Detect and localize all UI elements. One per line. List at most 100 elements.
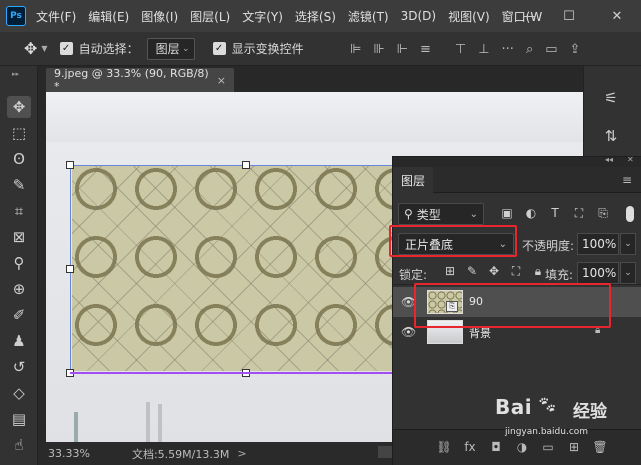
search-icon: ⚲ bbox=[404, 207, 413, 221]
guide-line bbox=[70, 372, 422, 374]
filter-toggle[interactable] bbox=[626, 206, 634, 222]
fill-dropdown-icon[interactable]: ⌄ bbox=[620, 262, 636, 284]
photoshop-logo: Ps bbox=[6, 6, 26, 26]
lock-pixels-icon[interactable]: ✎ bbox=[461, 264, 483, 279]
menu-filter[interactable]: 滤镜(T) bbox=[348, 8, 389, 25]
chevron-down-icon: ⌄ bbox=[182, 43, 190, 54]
move-tool-preset-icon[interactable]: ✥ bbox=[24, 39, 37, 58]
transform-handle[interactable] bbox=[66, 161, 74, 169]
menu-image[interactable]: 图像(I) bbox=[141, 8, 178, 25]
transform-bounding-box[interactable] bbox=[70, 165, 422, 373]
crop-tool-icon[interactable]: ⌗ bbox=[7, 200, 31, 222]
close-icon[interactable]: × bbox=[217, 74, 226, 87]
close-window-button[interactable]: ✕ bbox=[601, 0, 633, 32]
brush-tool-icon[interactable]: ✐ bbox=[7, 304, 31, 326]
chevron-down-icon[interactable]: ▼ bbox=[41, 44, 47, 53]
right-dock: ⚟ ⇅ bbox=[583, 66, 641, 156]
lock-icons: ⊞ ✎ ✥ ⛶ 🔒︎ bbox=[439, 264, 549, 279]
gradient-icon[interactable]: ▤ bbox=[7, 408, 31, 430]
menu-layer[interactable]: 图层(L) bbox=[190, 8, 230, 25]
pipe bbox=[146, 402, 150, 442]
lock-artboard-icon[interactable]: ⛶ bbox=[505, 264, 527, 279]
opacity-input[interactable]: 100% bbox=[577, 233, 619, 255]
share-icon[interactable]: ⇪ bbox=[570, 42, 581, 57]
adjustment-filter-icon[interactable]: ◐ bbox=[519, 206, 543, 221]
menu-type[interactable]: 文字(Y) bbox=[242, 8, 283, 25]
layer-highlight bbox=[414, 283, 611, 328]
auto-select-target-dropdown[interactable]: 图层 ⌄ bbox=[146, 37, 195, 60]
align-middle-icon[interactable]: ⊥ bbox=[478, 42, 489, 57]
fill-input[interactable]: 100% bbox=[577, 262, 619, 284]
more-options-icon[interactable]: ··· bbox=[502, 42, 514, 57]
tab-layers[interactable]: 图层 bbox=[393, 167, 433, 193]
options-bar: ✥ ▼ ✓ 自动选择： 图层 ⌄ ✓ 显示变换控件 ⊫ ⊪ ⊩ ≡ ⊤ ⊥ ··… bbox=[0, 32, 641, 66]
document-tab-title: 9.jpeg @ 33.3% (90, RGB/8) * bbox=[54, 67, 209, 93]
eraser-icon[interactable]: ◇ bbox=[7, 382, 31, 404]
watermark-brand: Bai bbox=[495, 395, 533, 419]
document-tab[interactable]: 9.jpeg @ 33.3% (90, RGB/8) * × bbox=[46, 67, 234, 93]
opacity-dropdown-icon[interactable]: ⌄ bbox=[620, 233, 636, 255]
menu-file[interactable]: 文件(F) bbox=[36, 8, 76, 25]
minimize-button[interactable]: — bbox=[513, 0, 545, 32]
menu-edit[interactable]: 编辑(E) bbox=[88, 8, 129, 25]
align-center-icon[interactable]: ⊪ bbox=[373, 42, 384, 57]
auto-select-label: 自动选择： bbox=[78, 42, 139, 56]
adjustments-icon[interactable]: ⚟ bbox=[599, 86, 623, 110]
tools-panel: ▸▸ ✥ ⬚ ʘ ✎ ⌗ ⊠ ⚲ ⊕ ✐ ♟ ↺ ◇ ▤ ☝ bbox=[0, 66, 38, 465]
fill-label: 填充: bbox=[545, 268, 574, 282]
history-icon[interactable]: ⇅ bbox=[599, 124, 623, 148]
layer-filter-dropdown[interactable]: ⚲ 类型 ⌄ bbox=[398, 203, 484, 225]
link-icon[interactable]: ⛓ bbox=[431, 440, 457, 454]
smart-filter-icon[interactable]: ⎘ bbox=[591, 206, 615, 221]
marquee-tool-icon[interactable]: ⬚ bbox=[7, 122, 31, 144]
close-icon[interactable]: ✕ bbox=[627, 155, 634, 164]
status-menu-arrow[interactable]: > bbox=[237, 447, 246, 460]
transform-handle[interactable] bbox=[66, 265, 74, 273]
pixel-filter-icon[interactable]: ▣ bbox=[495, 206, 519, 221]
watermark-url: jingyan.baidu.com bbox=[505, 427, 589, 437]
show-transform-checkbox[interactable]: ✓ bbox=[212, 42, 226, 55]
fx-icon[interactable]: fx bbox=[457, 440, 483, 454]
scrollbar-thumb[interactable] bbox=[378, 446, 392, 458]
align-left-icon[interactable]: ⊫ bbox=[350, 42, 361, 57]
type-filter-icon[interactable]: T bbox=[543, 206, 567, 221]
show-transform-label: 显示变换控件 bbox=[231, 42, 304, 56]
blend-mode-highlight bbox=[389, 225, 517, 257]
move-tool-icon[interactable]: ✥ bbox=[7, 96, 31, 118]
search-icon[interactable]: ⌕ bbox=[526, 42, 533, 57]
healing-brush-icon[interactable]: ⊕ bbox=[7, 278, 31, 300]
auto-select-checkbox[interactable]: ✓ bbox=[59, 42, 73, 55]
history-brush-icon[interactable]: ↺ bbox=[7, 356, 31, 378]
layer-filter-value: 类型 bbox=[416, 207, 441, 222]
quick-select-icon[interactable]: ✎ bbox=[7, 174, 31, 196]
maximize-button[interactable]: ☐ bbox=[553, 0, 585, 32]
align-top-icon[interactable]: ⊤ bbox=[455, 42, 466, 57]
baidu-watermark: Bai 🐾︎ 经验 jingyan.baidu.com bbox=[495, 393, 635, 443]
auto-select-target-value: 图层 bbox=[155, 42, 180, 56]
distribute-icon[interactable]: ≡ bbox=[420, 42, 431, 57]
collapse-icon[interactable]: ▸▸ bbox=[12, 70, 19, 78]
opacity-label: 不透明度: bbox=[522, 239, 575, 253]
lock-label: 锁定: bbox=[399, 268, 428, 282]
lasso-tool-icon[interactable]: ʘ bbox=[7, 148, 31, 170]
panel-top-strip: ◂◂ ✕ bbox=[393, 155, 641, 167]
menu-select[interactable]: 选择(S) bbox=[295, 8, 336, 25]
lock-transparency-icon[interactable]: ⊞ bbox=[439, 264, 461, 279]
align-right-icon[interactable]: ⊩ bbox=[397, 42, 408, 57]
smudge-icon[interactable]: ☝ bbox=[7, 434, 31, 456]
eyedropper-icon[interactable]: ⚲ bbox=[7, 252, 31, 274]
frame-tool-icon[interactable]: ⊠ bbox=[7, 226, 31, 248]
zoom-level[interactable]: 33.33% bbox=[48, 447, 90, 460]
shape-filter-icon[interactable]: ⛶ bbox=[567, 206, 591, 221]
transform-handle[interactable] bbox=[242, 161, 250, 169]
menu-3d[interactable]: 3D(D) bbox=[401, 9, 436, 23]
collapse-icon[interactable]: ◂◂ bbox=[605, 155, 613, 164]
document-tab-bar: 9.jpeg @ 33.3% (90, RGB/8) * × bbox=[38, 66, 583, 93]
lock-position-icon[interactable]: ✥ bbox=[483, 264, 505, 279]
workspace-icon[interactable]: ▭ bbox=[545, 42, 557, 57]
menu-view[interactable]: 视图(V) bbox=[448, 8, 490, 25]
align-icons-group: ⊫ ⊪ ⊩ ≡ ⊤ ⊥ ··· ⌕ ▭ ⇪ bbox=[350, 32, 592, 66]
stamp-tool-icon[interactable]: ♟ bbox=[7, 330, 31, 352]
pipe bbox=[74, 412, 78, 442]
panel-menu-icon[interactable]: ≡ bbox=[622, 173, 632, 187]
